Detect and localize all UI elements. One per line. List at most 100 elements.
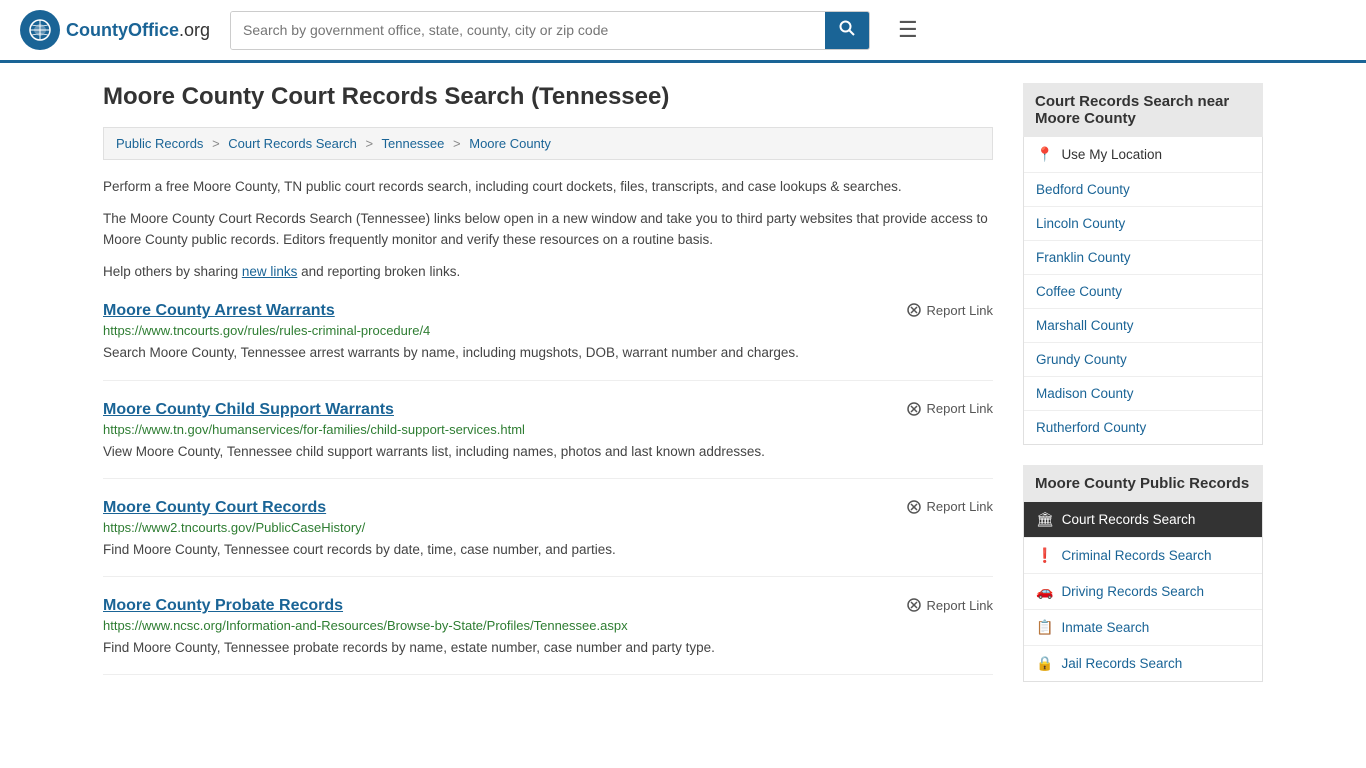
report-link-label: Report Link — [927, 499, 993, 514]
report-link[interactable]: Report Link — [906, 302, 993, 318]
search-button[interactable] — [825, 12, 869, 49]
result-desc: Find Moore County, Tennessee probate rec… — [103, 638, 993, 658]
description-2: The Moore County Court Records Search (T… — [103, 208, 993, 251]
grundy-county-link[interactable]: Grundy County — [1024, 343, 1262, 376]
result-header: Moore County Probate Records Report Link — [103, 597, 993, 615]
result-header: Moore County Arrest Warrants Report Link — [103, 302, 993, 320]
bedford-county-link[interactable]: Bedford County — [1024, 173, 1262, 206]
nearby-madison: Madison County — [1024, 377, 1262, 411]
public-records-list: 🏛 Court Records Search ❗ Criminal Record… — [1023, 502, 1263, 682]
result-item: Moore County Probate Records Report Link… — [103, 597, 993, 675]
public-records-item: ❗ Criminal Records Search — [1024, 538, 1262, 574]
description-3-post: and reporting broken links. — [297, 264, 460, 279]
nearby-coffee: Coffee County — [1024, 275, 1262, 309]
results-container: Moore County Arrest Warrants Report Link… — [103, 302, 993, 675]
logo-link[interactable]: CountyOffice.org — [20, 10, 210, 50]
breadcrumb-sep3: > — [453, 136, 461, 151]
breadcrumb-tennessee[interactable]: Tennessee — [382, 136, 445, 151]
marshall-county-link[interactable]: Marshall County — [1024, 309, 1262, 342]
report-link-label: Report Link — [927, 401, 993, 416]
pr-icon: 📋 — [1036, 619, 1053, 636]
report-icon — [906, 302, 922, 318]
public-records-section-header: Moore County Public Records — [1023, 465, 1263, 502]
page-container: Moore County Court Records Search (Tenne… — [83, 63, 1283, 722]
public-records-item: 📋 Inmate Search — [1024, 610, 1262, 646]
page-title: Moore County Court Records Search (Tenne… — [103, 83, 993, 111]
public-records-link[interactable]: 📋 Inmate Search — [1024, 610, 1262, 645]
result-url: https://www.ncsc.org/Information-and-Res… — [103, 618, 993, 633]
pr-label: Inmate Search — [1061, 620, 1149, 635]
result-title-link[interactable]: Moore County Arrest Warrants — [103, 302, 335, 320]
coffee-county-link[interactable]: Coffee County — [1024, 275, 1262, 308]
site-header: CountyOffice.org ☰ — [0, 0, 1366, 63]
menu-button[interactable]: ☰ — [890, 13, 926, 47]
breadcrumb-court-records-search[interactable]: Court Records Search — [228, 136, 357, 151]
report-link[interactable]: Report Link — [906, 499, 993, 515]
use-location-item: 📍 Use My Location — [1024, 137, 1262, 173]
pr-icon: 🚗 — [1036, 583, 1053, 600]
report-icon — [906, 597, 922, 613]
pr-icon: ❗ — [1036, 547, 1053, 564]
logo-text: CountyOffice.org — [66, 20, 210, 41]
report-icon — [906, 401, 922, 417]
report-link[interactable]: Report Link — [906, 597, 993, 613]
nearby-grundy: Grundy County — [1024, 343, 1262, 377]
madison-county-link[interactable]: Madison County — [1024, 377, 1262, 410]
result-url: https://www2.tncourts.gov/PublicCaseHist… — [103, 520, 993, 535]
sidebar: Court Records Search near Moore County 📍… — [1023, 83, 1263, 702]
nearby-franklin: Franklin County — [1024, 241, 1262, 275]
public-records-item: 🔒 Jail Records Search — [1024, 646, 1262, 681]
report-icon — [906, 499, 922, 515]
nearby-lincoln: Lincoln County — [1024, 207, 1262, 241]
result-desc: View Moore County, Tennessee child suppo… — [103, 442, 993, 462]
pr-label: Jail Records Search — [1061, 656, 1182, 671]
report-link[interactable]: Report Link — [906, 401, 993, 417]
result-title-link[interactable]: Moore County Child Support Warrants — [103, 401, 394, 419]
nearby-rutherford: Rutherford County — [1024, 411, 1262, 444]
result-title-link[interactable]: Moore County Probate Records — [103, 597, 343, 615]
nearby-bedford: Bedford County — [1024, 173, 1262, 207]
result-header: Moore County Court Records Report Link — [103, 499, 993, 517]
result-url: https://www.tn.gov/humanservices/for-fam… — [103, 422, 993, 437]
pr-icon: 🏛 — [1036, 511, 1054, 528]
public-records-link[interactable]: 🏛 Court Records Search — [1024, 502, 1262, 537]
logo-icon — [20, 10, 60, 50]
result-item: Moore County Court Records Report Link h… — [103, 499, 993, 577]
search-input[interactable] — [231, 12, 825, 49]
description-1: Perform a free Moore County, TN public c… — [103, 176, 993, 198]
public-records-link[interactable]: ❗ Criminal Records Search — [1024, 538, 1262, 573]
breadcrumb-sep1: > — [212, 136, 220, 151]
public-records-item: 🚗 Driving Records Search — [1024, 574, 1262, 610]
breadcrumb-sep2: > — [366, 136, 374, 151]
rutherford-county-link[interactable]: Rutherford County — [1024, 411, 1262, 444]
location-icon: 📍 — [1036, 146, 1053, 163]
lincoln-county-link[interactable]: Lincoln County — [1024, 207, 1262, 240]
breadcrumb-public-records[interactable]: Public Records — [116, 136, 203, 151]
use-location-link[interactable]: 📍 Use My Location — [1024, 137, 1262, 172]
new-links-link[interactable]: new links — [242, 264, 298, 279]
main-content: Moore County Court Records Search (Tenne… — [103, 83, 993, 702]
nearby-counties-list: 📍 Use My Location Bedford County Lincoln… — [1023, 137, 1263, 445]
report-link-label: Report Link — [927, 598, 993, 613]
result-item: Moore County Arrest Warrants Report Link… — [103, 302, 993, 380]
result-title-link[interactable]: Moore County Court Records — [103, 499, 326, 517]
public-records-link[interactable]: 🔒 Jail Records Search — [1024, 646, 1262, 681]
franklin-county-link[interactable]: Franklin County — [1024, 241, 1262, 274]
nearby-marshall: Marshall County — [1024, 309, 1262, 343]
nearby-section-header: Court Records Search near Moore County — [1023, 83, 1263, 137]
pr-label: Criminal Records Search — [1061, 548, 1211, 563]
report-link-label: Report Link — [927, 303, 993, 318]
use-location-label: Use My Location — [1061, 147, 1162, 162]
public-records-item: 🏛 Court Records Search — [1024, 502, 1262, 538]
breadcrumb-moore-county[interactable]: Moore County — [469, 136, 551, 151]
breadcrumb: Public Records > Court Records Search > … — [103, 127, 993, 160]
pr-label: Court Records Search — [1062, 512, 1196, 527]
result-desc: Search Moore County, Tennessee arrest wa… — [103, 343, 993, 363]
result-item: Moore County Child Support Warrants Repo… — [103, 401, 993, 479]
pr-icon: 🔒 — [1036, 655, 1053, 672]
pr-label: Driving Records Search — [1061, 584, 1204, 599]
result-url: https://www.tncourts.gov/rules/rules-cri… — [103, 323, 993, 338]
public-records-link[interactable]: 🚗 Driving Records Search — [1024, 574, 1262, 609]
description-3: Help others by sharing new links and rep… — [103, 261, 993, 283]
result-desc: Find Moore County, Tennessee court recor… — [103, 540, 993, 560]
